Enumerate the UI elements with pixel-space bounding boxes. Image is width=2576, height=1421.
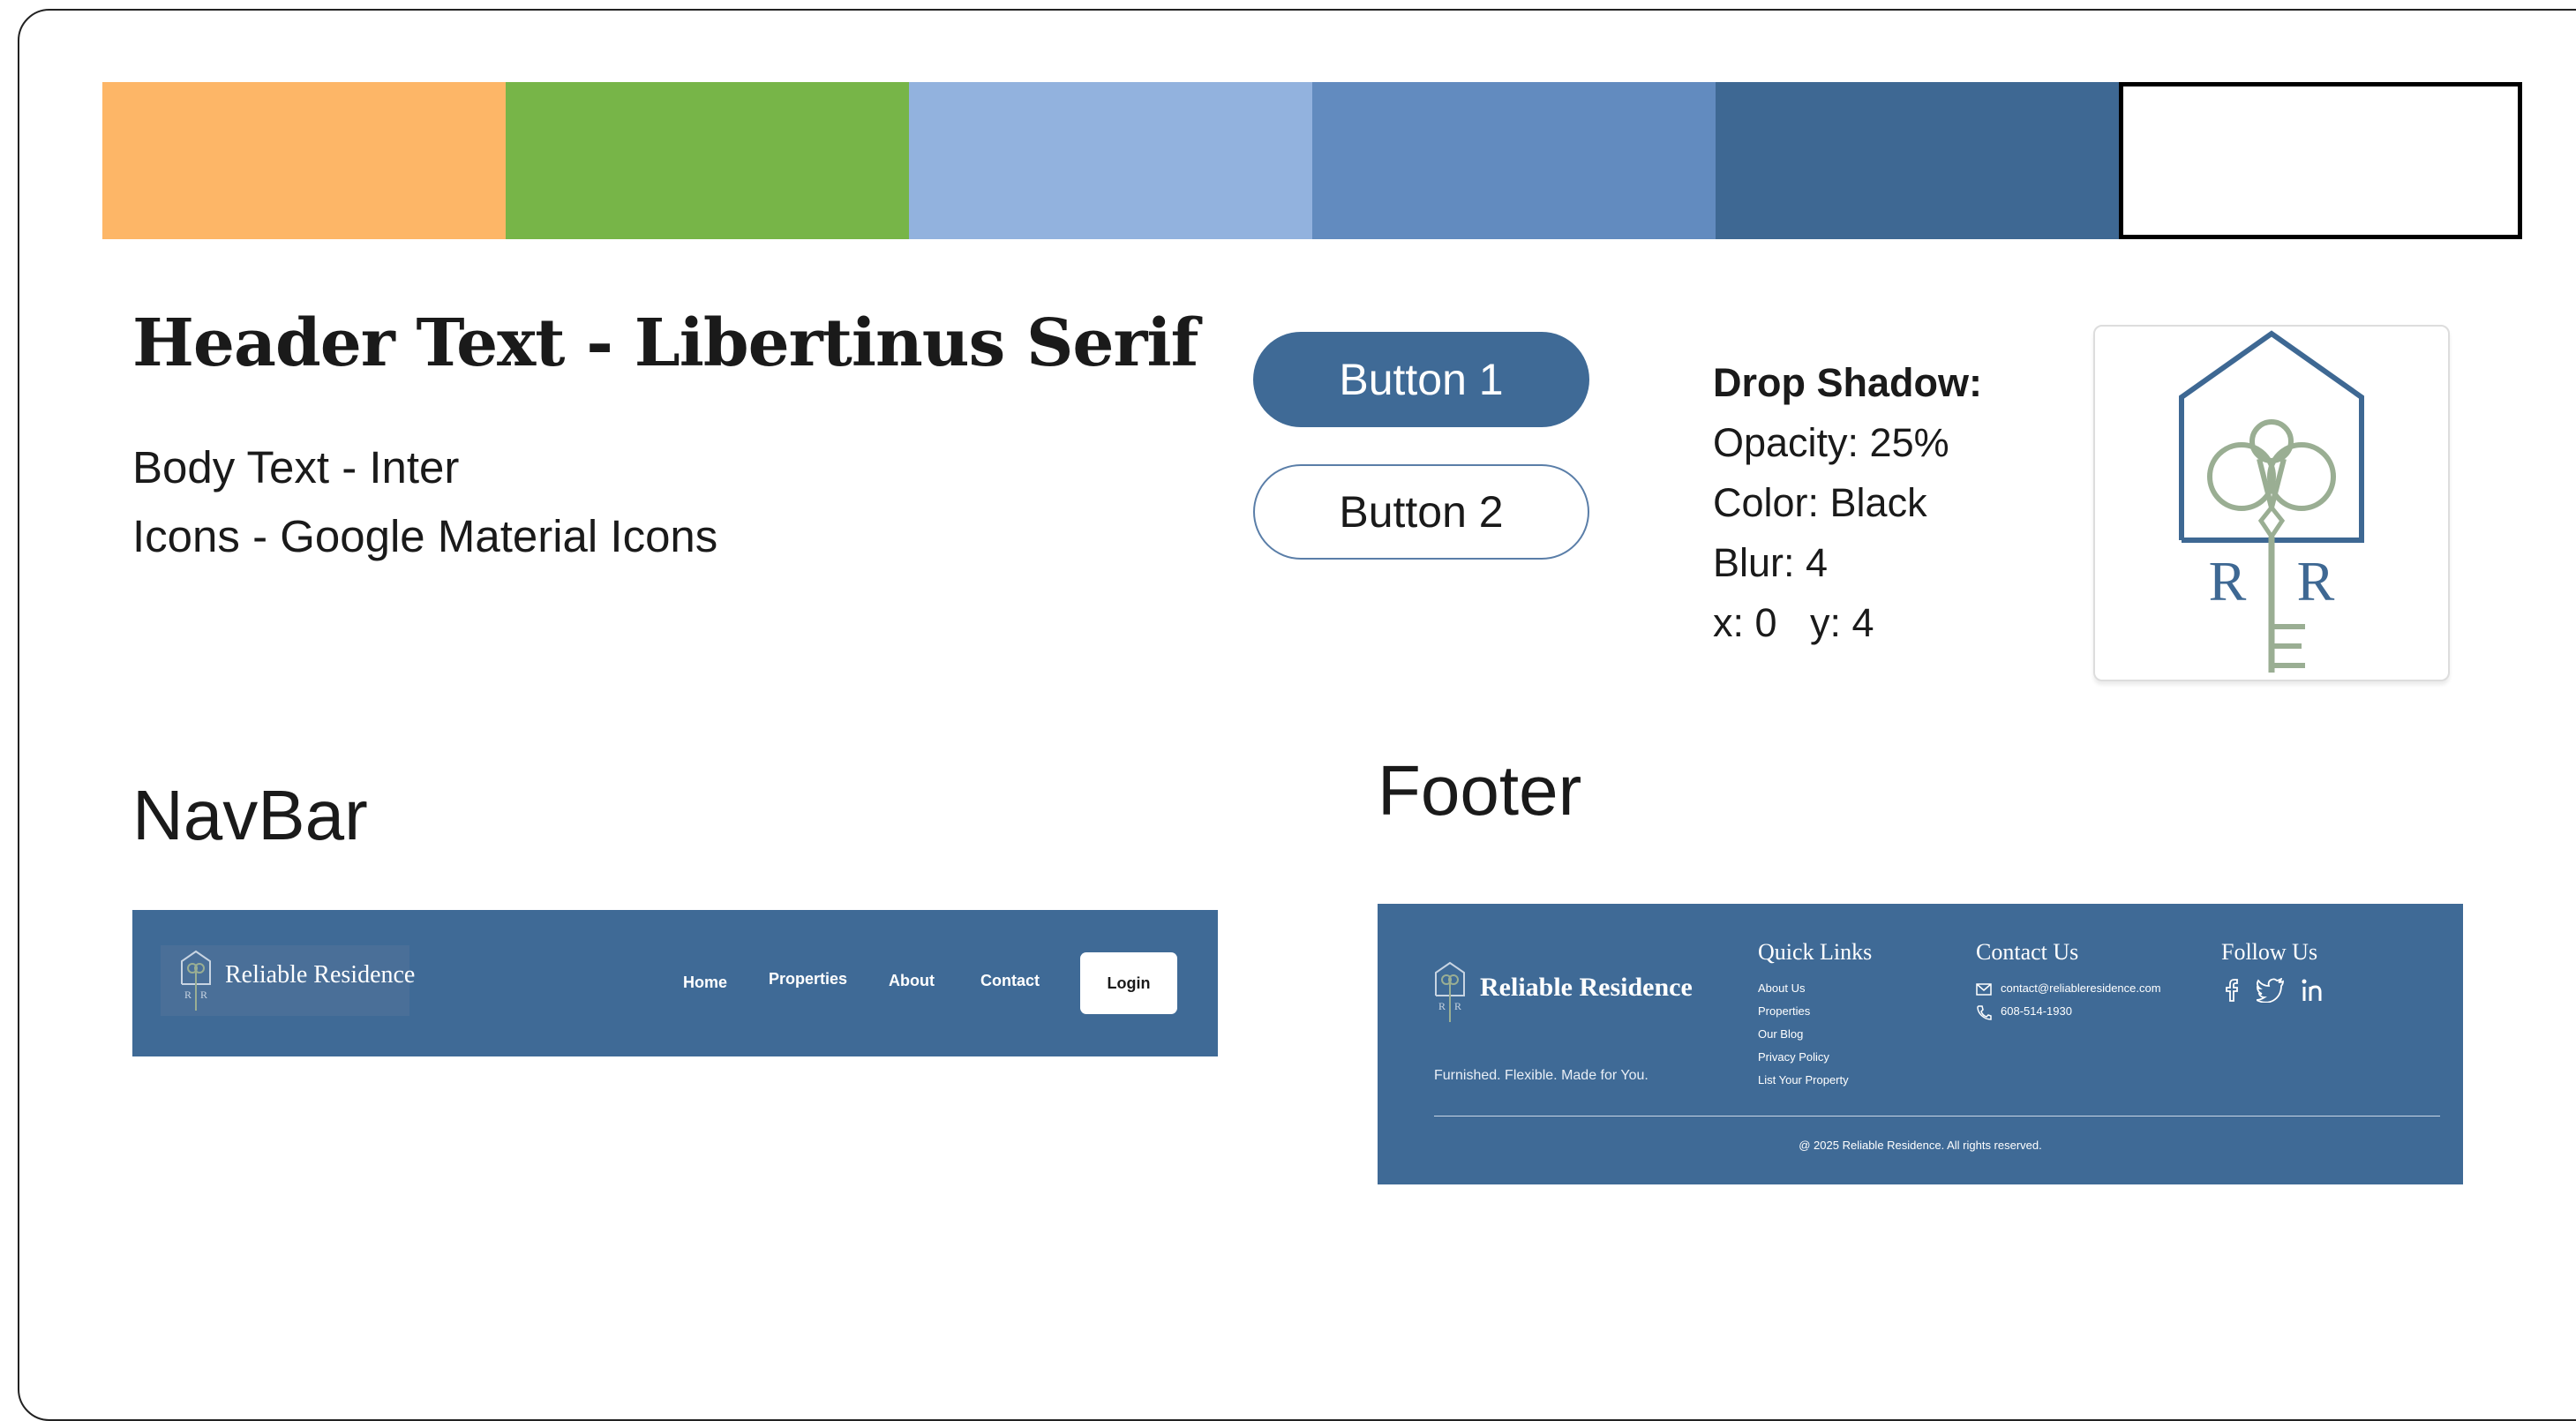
button-1-sample[interactable]: Button 1 [1253,332,1589,427]
login-button[interactable]: Login [1080,952,1177,1014]
body-text-sample: Body Text - Inter [132,442,460,492]
nav-link-contact[interactable]: Contact [980,972,1040,990]
quick-links-heading: Quick Links [1758,939,1873,965]
house-key-logo-icon: R R [2179,330,2364,673]
footer-email[interactable]: contact@reliableresidence.com [2001,981,2161,995]
facebook-icon[interactable] [2225,978,2239,1003]
nav-brand-name: Reliable Residence [225,961,416,989]
follow-us-heading: Follow Us [2221,939,2318,965]
footer-preview: R R Reliable Residence Furnished. Flexib… [1378,904,2463,1184]
swatch-white [2119,82,2522,239]
footer-logo-icon: R R [1435,961,1465,1022]
navbar-section-title: NavBar [132,776,368,854]
linkedin-icon[interactable] [2301,978,2325,1003]
footer-link-list-property[interactable]: List Your Property [1758,1073,1849,1086]
footer-link-about-us[interactable]: About Us [1758,981,1805,995]
swatch-dark-blue [1716,82,2119,239]
svg-text:R: R [1438,1000,1446,1012]
footer-phone[interactable]: 608-514-1930 [2001,1004,2072,1018]
svg-text:R: R [184,989,192,1001]
nav-logo-icon: R R [181,950,211,1011]
footer-section-title: Footer [1378,751,1582,830]
footer-link-privacy-policy[interactable]: Privacy Policy [1758,1050,1829,1064]
logo-card: R R [2093,325,2450,681]
drop-shadow-spec: Drop Shadow: Opacity: 25% Color: Black B… [1713,353,1982,653]
button-2-sample[interactable]: Button 2 [1253,464,1589,560]
swatch-light-blue [909,82,1312,239]
footer-brand-name: Reliable Residence [1480,973,1693,1002]
footer-tagline: Furnished. Flexible. Made for You. [1434,1068,1648,1083]
svg-text:R: R [2209,550,2247,613]
twitter-icon[interactable] [2257,978,2285,1003]
svg-text:R: R [200,989,207,1001]
nav-link-about[interactable]: About [889,972,935,990]
drop-shadow-title: Drop Shadow: [1713,360,1982,405]
nav-link-home[interactable]: Home [683,974,727,992]
footer-link-our-blog[interactable]: Our Blog [1758,1027,1803,1041]
swatch-orange [102,82,506,239]
footer-copyright: @ 2025 Reliable Residence. All rights re… [1799,1139,2042,1152]
header-text-sample: Header Text - Libertinus Serif [132,305,1198,381]
drop-shadow-offset: x: 0 y: 4 [1713,600,1874,645]
icons-text-sample: Icons - Google Material Icons [132,511,718,561]
navbar-preview: R R Reliable Residence Home Properties A… [132,910,1218,1056]
mail-icon [1976,983,1992,996]
swatch-green [506,82,909,239]
drop-shadow-color: Color: Black [1713,480,1927,525]
phone-icon [1977,1005,1992,1020]
swatch-medium-blue [1312,82,1716,239]
contact-us-heading: Contact Us [1976,939,2079,965]
drop-shadow-opacity: Opacity: 25% [1713,420,1949,465]
drop-shadow-blur: Blur: 4 [1713,540,1829,585]
svg-text:R: R [2297,550,2335,613]
footer-link-properties[interactable]: Properties [1758,1004,1810,1018]
svg-text:R: R [1454,1000,1461,1012]
nav-link-properties[interactable]: Properties [769,970,847,989]
